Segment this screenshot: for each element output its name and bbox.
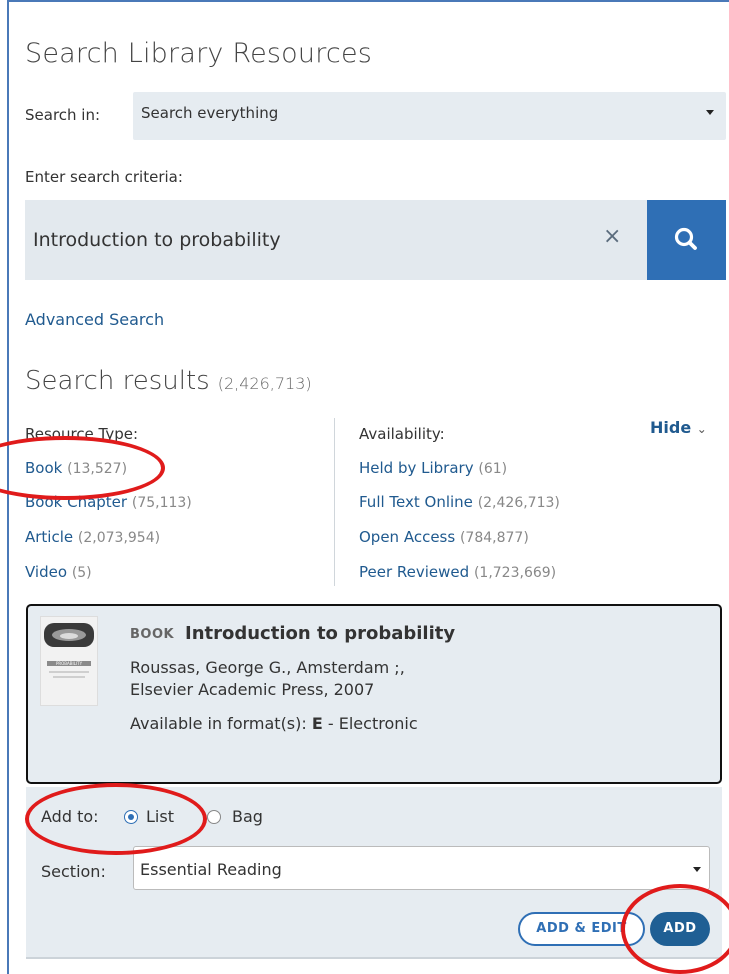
add-to-label: Add to: [41, 807, 99, 826]
search-query-text: Introduction to probability [33, 229, 281, 251]
radio-bag[interactable] [207, 810, 221, 824]
close-icon[interactable]: × [603, 224, 621, 249]
resource-type-badge: BOOK [130, 627, 175, 642]
radio-list-label[interactable]: List [146, 807, 174, 826]
section-label: Section: [41, 862, 106, 881]
facet-count: (2,426,713) [477, 495, 560, 511]
search-button[interactable] [647, 200, 726, 280]
search-criteria-label: Enter search criteria: [25, 168, 183, 186]
facet-count: (784,877) [459, 530, 529, 546]
facet-count: (75,113) [131, 495, 192, 511]
radio-bag-label[interactable]: Bag [232, 807, 263, 826]
result-card[interactable]: PROBABILITY BOOK Introduction to probabi… [26, 604, 722, 784]
facet-book[interactable]: Book (13,527) [25, 459, 127, 477]
hide-label: Hide [650, 418, 692, 437]
section-value: Essential Reading [140, 860, 282, 879]
facet-label: Book Chapter [25, 493, 128, 511]
facet-peer-reviewed[interactable]: Peer Reviewed (1,723,669) [359, 563, 556, 581]
facet-full-text-online[interactable]: Full Text Online (2,426,713) [359, 493, 560, 511]
result-author: Roussas, George G., Amsterdam ;, [130, 658, 405, 677]
svg-text:PROBABILITY: PROBABILITY [56, 661, 83, 666]
result-format: Available in format(s): E - Electronic [130, 714, 418, 733]
facet-label: Article [25, 528, 74, 546]
facet-count: (5) [71, 565, 92, 581]
facet-article[interactable]: Article (2,073,954) [25, 528, 160, 546]
radio-list[interactable] [124, 810, 138, 824]
book-cover-thumbnail: PROBABILITY [40, 616, 98, 706]
add-button[interactable]: ADD [650, 912, 710, 946]
result-publisher: Elsevier Academic Press, 2007 [130, 680, 375, 699]
facet-video[interactable]: Video (5) [25, 563, 92, 581]
search-in-label: Search in: [25, 106, 101, 124]
results-heading-text: Search results [25, 366, 210, 396]
facet-label: Held by Library [359, 459, 474, 477]
facet-held-by-library[interactable]: Held by Library (61) [359, 459, 507, 477]
book-cover-image: PROBABILITY [41, 617, 97, 705]
facet-label: Video [25, 563, 68, 581]
search-input[interactable]: Introduction to probability × [25, 200, 647, 280]
caret-down-icon [706, 110, 714, 115]
search-icon [674, 227, 697, 250]
results-count: (2,426,713) [217, 374, 312, 393]
facet-label: Peer Reviewed [359, 563, 470, 581]
search-in-value: Search everything [141, 104, 279, 122]
availability-heading: Availability: [359, 425, 445, 443]
page-title: Search Library Resources [25, 38, 373, 69]
format-code: E [311, 714, 323, 733]
panel-bottom-divider [26, 957, 722, 959]
chevron-down-icon: ⌄ [696, 422, 707, 436]
facet-label: Open Access [359, 528, 456, 546]
facet-book-chapter[interactable]: Book Chapter (75,113) [25, 493, 192, 511]
window-frame-top [7, 0, 729, 2]
format-suffix: - Electronic [322, 714, 418, 733]
facet-count: (61) [478, 461, 508, 477]
facet-count: (13,527) [67, 461, 128, 477]
resource-type-heading: Resource Type: [25, 425, 139, 443]
facet-divider [334, 418, 335, 586]
facet-count: (2,073,954) [77, 530, 161, 546]
hide-facets-toggle[interactable]: Hide ⌄ [650, 418, 707, 437]
caret-down-icon [693, 867, 701, 872]
facet-count: (1,723,669) [473, 565, 557, 581]
facet-label: Full Text Online [359, 493, 473, 511]
add-and-edit-button[interactable]: ADD & EDIT [518, 912, 645, 946]
facet-label: Book [25, 459, 63, 477]
window-frame-left [7, 0, 9, 974]
result-title[interactable]: Introduction to probability [185, 623, 455, 644]
facet-open-access[interactable]: Open Access (784,877) [359, 528, 529, 546]
advanced-search-link[interactable]: Advanced Search [25, 310, 164, 329]
search-results-heading: Search results (2,426,713) [25, 366, 312, 396]
search-in-select[interactable]: Search everything [133, 92, 726, 140]
format-prefix: Available in format(s): [130, 714, 312, 733]
section-select[interactable]: Essential Reading [133, 846, 710, 890]
